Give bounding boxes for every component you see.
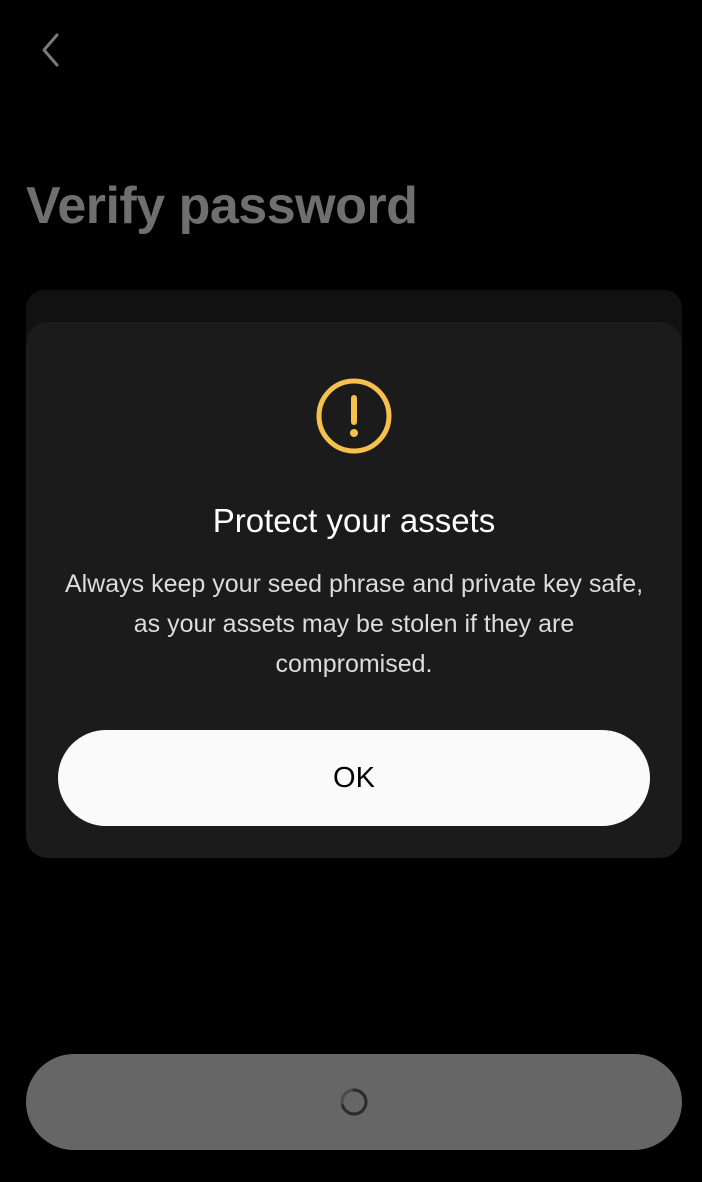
chevron-left-icon bbox=[42, 33, 59, 67]
dialog-title: Protect your assets bbox=[212, 502, 496, 539]
protect-assets-dialog: Protect your assets Always keep your see… bbox=[26, 322, 682, 858]
verify-password-screen: Verify password Protect your assets Alwa… bbox=[0, 0, 702, 1182]
submit-button[interactable] bbox=[26, 1054, 682, 1150]
dialog-message: Always keep your seed phrase and private… bbox=[64, 570, 644, 678]
page-title: Verify password bbox=[26, 177, 418, 235]
ok-button[interactable]: OK bbox=[58, 730, 650, 826]
exclamation-circle-icon bbox=[316, 378, 392, 454]
back-button[interactable] bbox=[28, 26, 72, 74]
loading-spinner-icon bbox=[340, 1088, 368, 1116]
